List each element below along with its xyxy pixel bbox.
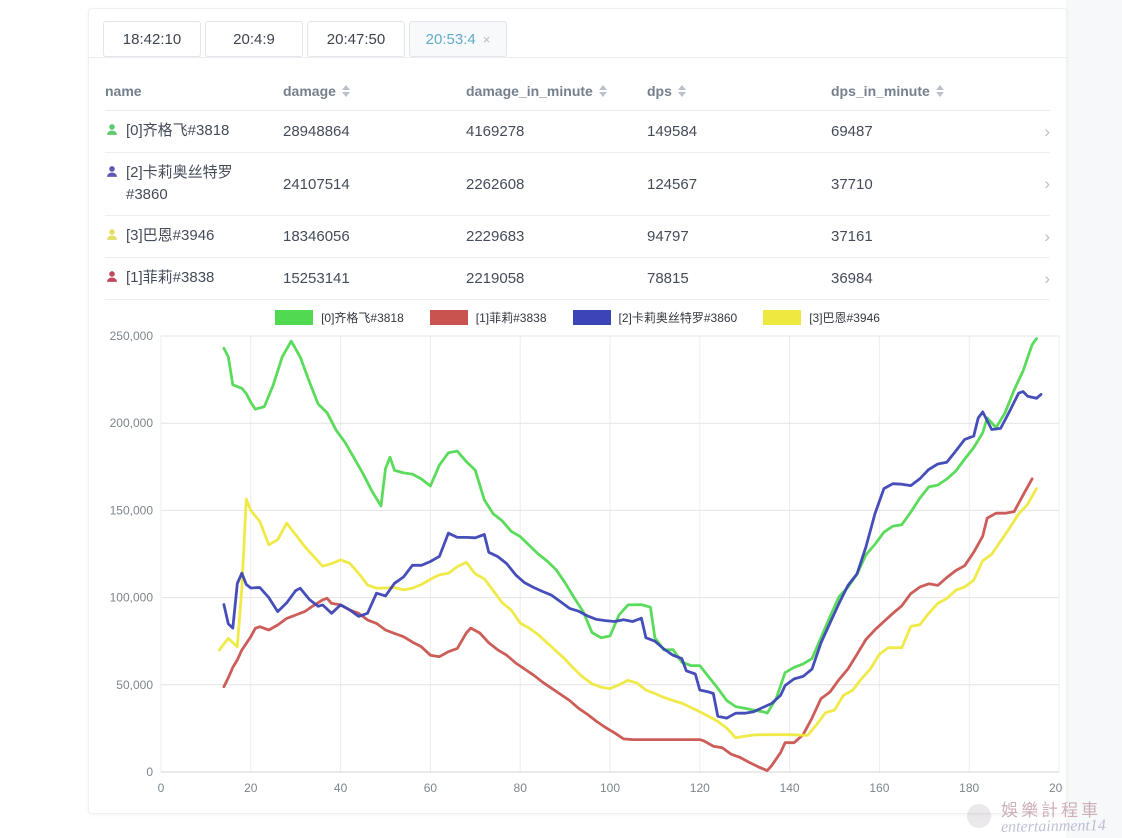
svg-text:50,000: 50,000 xyxy=(116,678,153,692)
dps-in-minute-value: 36984 xyxy=(831,270,1028,287)
table-row[interactable]: [0]齐格飞#3818 28948864 4169278 149584 6948… xyxy=(105,111,1050,153)
svg-text:200: 200 xyxy=(1049,781,1063,795)
svg-text:0: 0 xyxy=(146,765,153,779)
tab-20-4-9[interactable]: 20:4:9 xyxy=(205,21,303,57)
legend-swatch xyxy=(763,310,801,325)
tab-bar: 18:42:10 20:4:9 20:47:50 20:53:4 × xyxy=(89,9,1066,58)
page-right-gutter xyxy=(1066,0,1122,838)
dps-value: 149584 xyxy=(647,123,831,140)
chevron-right-icon[interactable]: › xyxy=(1044,174,1050,193)
chevron-right-icon[interactable]: › xyxy=(1044,122,1050,141)
table-row[interactable]: [1]菲莉#3838 15253141 2219058 78815 36984 … xyxy=(105,258,1050,300)
column-header-name: name xyxy=(105,83,283,99)
name-cell: [3]巴恩#3946 xyxy=(105,218,283,255)
column-header-damage-in-minute[interactable]: damage_in_minute xyxy=(466,83,647,99)
player-name: [2]卡莉奥丝特罗 #3860 xyxy=(126,162,271,207)
column-header-damage[interactable]: damage xyxy=(283,83,466,99)
svg-text:250,000: 250,000 xyxy=(110,329,154,343)
player-name: [1]菲莉#3838 xyxy=(126,267,271,290)
player-name: [3]巴恩#3946 xyxy=(126,225,271,248)
page: 18:42:10 20:4:9 20:47:50 20:53:4 × name … xyxy=(0,0,1122,838)
svg-text:20: 20 xyxy=(244,781,258,795)
tab-label: 20:4:9 xyxy=(233,31,275,48)
column-label: damage_in_minute xyxy=(466,83,593,99)
svg-text:160: 160 xyxy=(869,781,889,795)
legend-item[interactable]: [0]齐格飞#3818 xyxy=(275,309,404,326)
tab-label: 20:47:50 xyxy=(327,31,385,48)
name-cell: [1]菲莉#3838 xyxy=(105,260,283,297)
player-icon xyxy=(105,270,119,284)
column-header-dps-in-minute[interactable]: dps_in_minute xyxy=(831,83,1028,99)
tab-20-47-50[interactable]: 20:47:50 xyxy=(307,21,405,57)
svg-text:80: 80 xyxy=(514,781,528,795)
chart-legend: [0]齐格飞#3818 [1]菲莉#3838 [2]卡莉奥丝特罗#3860 [3… xyxy=(89,309,1066,326)
tab-18-42-10[interactable]: 18:42:10 xyxy=(103,21,201,57)
column-label: damage xyxy=(283,83,336,99)
svg-text:180: 180 xyxy=(959,781,979,795)
chevron-right-icon[interactable]: › xyxy=(1044,269,1050,288)
damage-value: 18346056 xyxy=(283,228,466,245)
svg-text:200,000: 200,000 xyxy=(110,416,154,430)
svg-text:140: 140 xyxy=(780,781,800,795)
player-name: [0]齐格飞#3818 xyxy=(126,120,271,143)
sort-icon[interactable] xyxy=(599,85,607,97)
legend-label: [2]卡莉奥丝特罗#3860 xyxy=(619,309,738,326)
damage-in-minute-value: 2262608 xyxy=(466,176,647,193)
dps-value: 124567 xyxy=(647,176,831,193)
sort-icon[interactable] xyxy=(678,85,686,97)
svg-text:150,000: 150,000 xyxy=(110,503,154,517)
table-row[interactable]: [2]卡莉奥丝特罗 #3860 24107514 2262608 124567 … xyxy=(105,153,1050,216)
table-row[interactable]: [3]巴恩#3946 18346056 2229683 94797 37161 … xyxy=(105,216,1050,258)
tab-close-icon[interactable]: × xyxy=(483,33,491,46)
dps-in-minute-value: 37710 xyxy=(831,176,1028,193)
legend-item[interactable]: [3]巴恩#3946 xyxy=(763,309,880,326)
tab-label: 20:53:4 xyxy=(426,31,476,48)
svg-text:60: 60 xyxy=(424,781,438,795)
tab-20-53-4[interactable]: 20:53:4 × xyxy=(409,21,507,57)
damage-value: 15253141 xyxy=(283,270,466,287)
table-header: name damage damage_in_minute dps dps_in_… xyxy=(105,72,1050,111)
damage-value: 24107514 xyxy=(283,176,466,193)
column-label: name xyxy=(105,83,142,99)
svg-text:100,000: 100,000 xyxy=(110,591,154,605)
legend-item[interactable]: [2]卡莉奥丝特罗#3860 xyxy=(573,309,738,326)
legend-label: [3]巴恩#3946 xyxy=(809,309,880,326)
chevron-right-icon[interactable]: › xyxy=(1044,227,1050,246)
svg-text:120: 120 xyxy=(690,781,710,795)
damage-in-minute-value: 4169278 xyxy=(466,123,647,140)
sort-icon[interactable] xyxy=(936,85,944,97)
name-cell: [2]卡莉奥丝特罗 #3860 xyxy=(105,155,283,214)
svg-text:0: 0 xyxy=(158,781,165,795)
damage-in-minute-value: 2219058 xyxy=(466,270,647,287)
legend-swatch xyxy=(573,310,611,325)
player-icon xyxy=(105,228,119,242)
svg-text:40: 40 xyxy=(334,781,348,795)
name-cell: [0]齐格飞#3818 xyxy=(105,113,283,150)
legend-label: [0]齐格飞#3818 xyxy=(321,309,404,326)
dps-value: 94797 xyxy=(647,228,831,245)
damage-value: 28948864 xyxy=(283,123,466,140)
column-header-dps[interactable]: dps xyxy=(647,83,831,99)
damage-in-minute-value: 2229683 xyxy=(466,228,647,245)
sort-icon[interactable] xyxy=(342,85,350,97)
legend-item[interactable]: [1]菲莉#3838 xyxy=(430,309,547,326)
player-icon xyxy=(105,123,119,137)
column-label: dps xyxy=(647,83,672,99)
legend-swatch xyxy=(275,310,313,325)
dps-value: 78815 xyxy=(647,270,831,287)
column-label: dps_in_minute xyxy=(831,83,930,99)
dps-in-minute-value: 37161 xyxy=(831,228,1028,245)
player-icon xyxy=(105,165,119,179)
legend-swatch xyxy=(430,310,468,325)
stats-card: 18:42:10 20:4:9 20:47:50 20:53:4 × name … xyxy=(88,8,1067,814)
dps-line-chart: 0 20 40 60 80 100 120 140 160 180 200 0 50,000 100,00… xyxy=(97,328,1063,806)
dps-in-minute-value: 69487 xyxy=(831,123,1028,140)
svg-text:100: 100 xyxy=(600,781,620,795)
legend-label: [1]菲莉#3838 xyxy=(476,309,547,326)
tab-label: 18:42:10 xyxy=(123,31,181,48)
